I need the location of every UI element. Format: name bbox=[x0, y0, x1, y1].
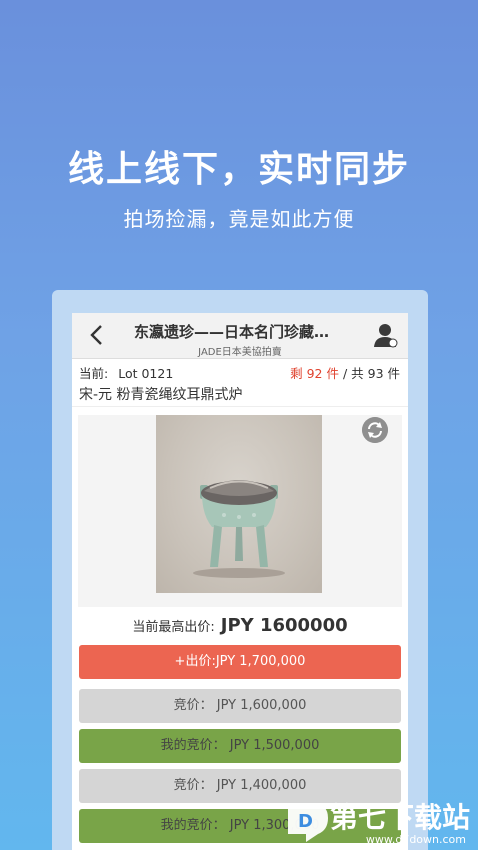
remaining-count: 剩 92 件 bbox=[290, 366, 339, 381]
promo-subline: 拍场捡漏，竟是如此方便 bbox=[123, 207, 355, 231]
watermark-url: www.d7down.com bbox=[365, 833, 466, 846]
refresh-icon[interactable] bbox=[362, 417, 388, 443]
lot-image-area bbox=[78, 415, 402, 607]
lot-number: Lot 0121 bbox=[118, 366, 174, 381]
lot-photo[interactable] bbox=[156, 415, 322, 593]
app-screen: 东瀛遗珍——日本名门珍藏… JADE日本美協拍賣 当前: Lot 0121 剩 … bbox=[72, 313, 408, 850]
place-bid-button[interactable]: +出价:JPY 1,700,000 bbox=[79, 645, 401, 679]
user-icon[interactable] bbox=[372, 322, 398, 348]
back-arrow-icon[interactable] bbox=[86, 323, 108, 347]
promo-headline: 线上线下，实时同步 bbox=[67, 149, 410, 190]
censer-image bbox=[193, 480, 285, 578]
lot-name: 宋-元 粉青瓷绳纹耳鼎式炉 bbox=[72, 381, 408, 407]
current-high-bid: 当前最高出价: JPY 1600000 bbox=[72, 615, 408, 645]
total-count: / 共 93 件 bbox=[342, 366, 400, 381]
my-bid-history-item: 我的竞价： JPY 1,500,000 bbox=[79, 729, 401, 763]
auction-subtitle: JADE日本美協拍賣 bbox=[198, 347, 282, 358]
bid-history-item: 竞价： JPY 1,600,000 bbox=[79, 689, 401, 723]
lot-info-row: 当前: Lot 0121 剩 92 件 / 共 93 件 bbox=[72, 359, 408, 381]
price-value: JPY 1600000 bbox=[220, 615, 348, 636]
current-label: 当前: bbox=[79, 366, 109, 381]
auction-title: 东瀛遗珍——日本名门珍藏… bbox=[134, 323, 330, 341]
watermark-title: 第七下载站 bbox=[329, 801, 470, 834]
watermark-logo-icon: D bbox=[288, 804, 328, 842]
price-label: 当前最高出价: bbox=[132, 620, 215, 635]
nav-bar: 东瀛遗珍——日本名门珍藏… JADE日本美協拍賣 bbox=[72, 313, 408, 359]
svg-text:D: D bbox=[298, 811, 313, 832]
